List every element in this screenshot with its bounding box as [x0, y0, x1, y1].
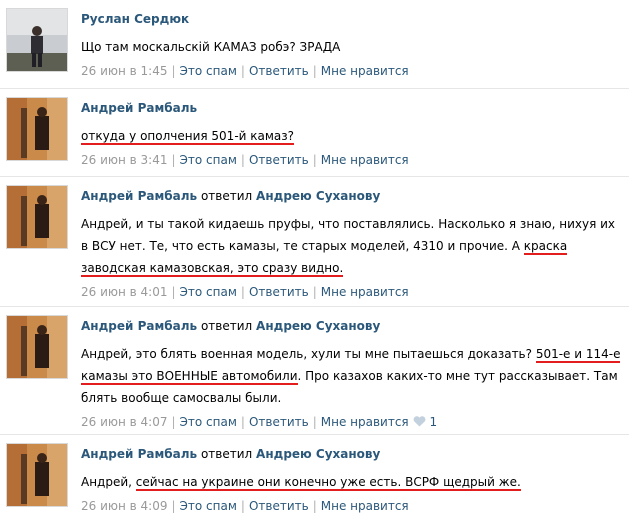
like-link[interactable]: Мне нравится — [321, 415, 409, 429]
avatar[interactable] — [6, 315, 68, 379]
comment-meta: 26 июн в 3:41 | Это спам | Ответить | Мне нрав… — [81, 153, 409, 167]
comment-date[interactable]: 26 июн в 4:01 — [81, 285, 167, 299]
comment-date[interactable]: 26 июн в 3:41 — [81, 153, 167, 167]
reply-link[interactable]: Ответить — [249, 64, 309, 78]
comment-text: откуда у ополчения 501-й камаз? — [81, 125, 621, 147]
replied-label: ответил — [200, 189, 253, 203]
reply-link[interactable]: Ответить — [249, 153, 309, 167]
avatar[interactable] — [6, 8, 68, 72]
comment-meta: 26 июн в 1:45 | Это спам | Ответить | Мне нрав… — [81, 64, 409, 78]
author-link[interactable]: Андрей Рамбаль — [81, 319, 197, 333]
author-link[interactable]: Андрей Рамбаль — [81, 189, 197, 203]
avatar[interactable] — [6, 97, 68, 161]
replied-label: ответил — [200, 319, 253, 333]
avatar[interactable] — [6, 443, 68, 507]
avatar[interactable] — [6, 185, 68, 249]
reply-to-link[interactable]: Андрею Суханову — [256, 189, 380, 203]
like-link[interactable]: Мне нравится — [321, 153, 409, 167]
comment-text: Андрей, и ты такой кидаешь пруфы, что по… — [81, 217, 616, 277]
highlighted-text: сейчас на украине они конечно уже есть. … — [135, 475, 521, 491]
spam-link[interactable]: Это спам — [180, 499, 237, 513]
comment-text: Андрей, сейчас на украине они конечно уж… — [81, 475, 521, 491]
highlighted-text: откуда у ополчения 501-й камаз? — [81, 129, 295, 145]
divider — [0, 176, 629, 177]
author-link[interactable]: Андрей Рамбаль — [81, 101, 197, 115]
divider — [0, 306, 629, 307]
comment-text: Що там москальскій КАМАЗ робэ? ЗРАДА — [81, 40, 341, 54]
comment-meta: 26 июн в 4:09 | Это спам | Ответить | Мне нрав… — [81, 499, 409, 513]
comment-date[interactable]: 26 июн в 1:45 — [81, 64, 167, 78]
comment-meta: 26 июн в 4:07 | Это спам | Ответить | Мне нрав… — [81, 413, 621, 432]
reply-link[interactable]: Ответить — [249, 499, 309, 513]
spam-link[interactable]: Это спам — [180, 285, 237, 299]
reply-to-link[interactable]: Андрею Суханову — [256, 319, 380, 333]
author-link[interactable]: Андрей Рамбаль — [81, 447, 197, 461]
comment-text: Андрей, это блять военная модель, хули т… — [81, 347, 621, 405]
like-link[interactable]: Мне нравится — [321, 64, 409, 78]
heart-icon[interactable] — [413, 414, 426, 432]
reply-link[interactable]: Ответить — [249, 285, 309, 299]
like-link[interactable]: Мне нравится — [321, 499, 409, 513]
reply-link[interactable]: Ответить — [249, 415, 309, 429]
divider — [0, 434, 629, 435]
spam-link[interactable]: Это спам — [180, 415, 237, 429]
comment-date[interactable]: 26 июн в 4:09 — [81, 499, 167, 513]
replied-label: ответил — [200, 447, 253, 461]
spam-link[interactable]: Это спам — [180, 153, 237, 167]
author-link[interactable]: Руслан Сердюк — [81, 12, 189, 26]
likes-count[interactable]: 1 — [429, 415, 437, 429]
comment-meta: 26 июн в 4:01 | Это спам | Ответить | Мне нрав… — [81, 285, 409, 299]
like-link[interactable]: Мне нравится — [321, 285, 409, 299]
reply-to-link[interactable]: Андрею Суханову — [256, 447, 380, 461]
spam-link[interactable]: Это спам — [180, 64, 237, 78]
divider — [0, 88, 629, 89]
comment-date[interactable]: 26 июн в 4:07 — [81, 415, 167, 429]
